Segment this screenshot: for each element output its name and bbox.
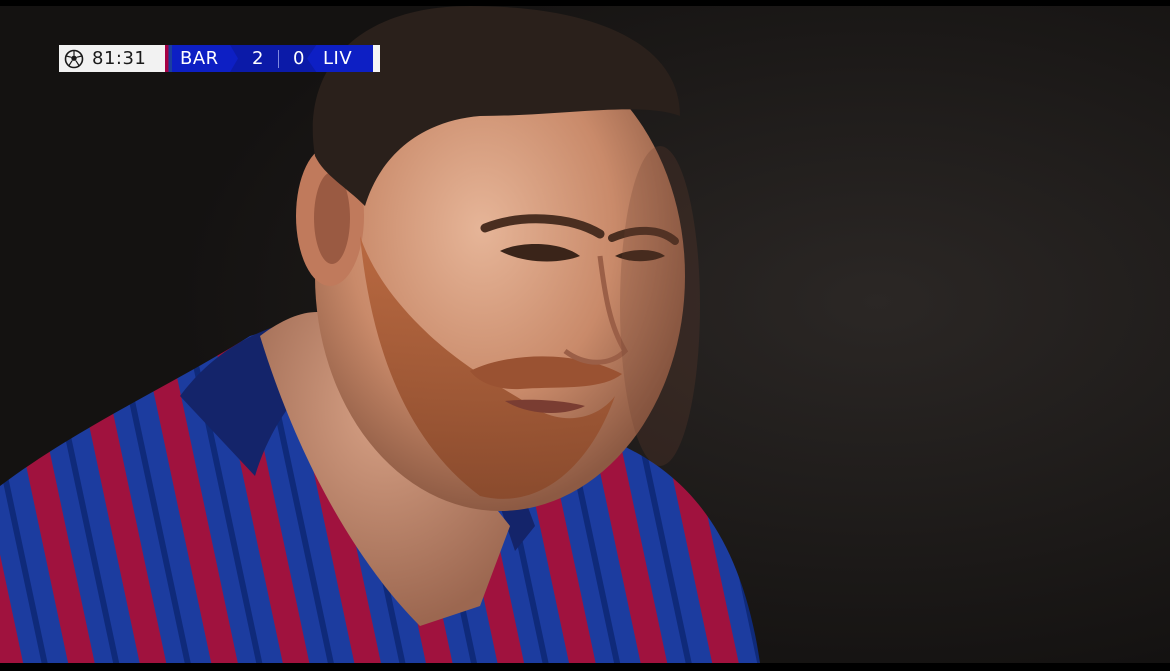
player-closeup-image bbox=[0, 6, 1170, 663]
score-divider bbox=[277, 49, 279, 68]
champions-league-ball-icon bbox=[63, 48, 85, 70]
broadcast-scene: 81:31 BAR 2 0 LIV bbox=[0, 6, 1170, 663]
away-team-name: LIV bbox=[307, 45, 373, 72]
home-score: 2 bbox=[252, 48, 264, 69]
match-clock: 81:31 bbox=[59, 45, 165, 72]
letterbox-bottom bbox=[0, 663, 1170, 671]
score: 2 0 bbox=[252, 48, 305, 69]
home-team-color-bar bbox=[165, 45, 172, 72]
score-panel: BAR 2 0 LIV bbox=[172, 45, 373, 72]
home-team-name: BAR bbox=[172, 45, 238, 72]
away-team-color-bar bbox=[373, 45, 380, 72]
away-team-label: LIV bbox=[323, 48, 353, 69]
video-frame: 81:31 BAR 2 0 LIV bbox=[0, 0, 1170, 671]
away-score: 0 bbox=[292, 48, 305, 69]
scorebug: 81:31 BAR 2 0 LIV bbox=[59, 45, 380, 72]
home-team-label: BAR bbox=[180, 48, 219, 69]
clock-time: 81:31 bbox=[92, 48, 147, 69]
